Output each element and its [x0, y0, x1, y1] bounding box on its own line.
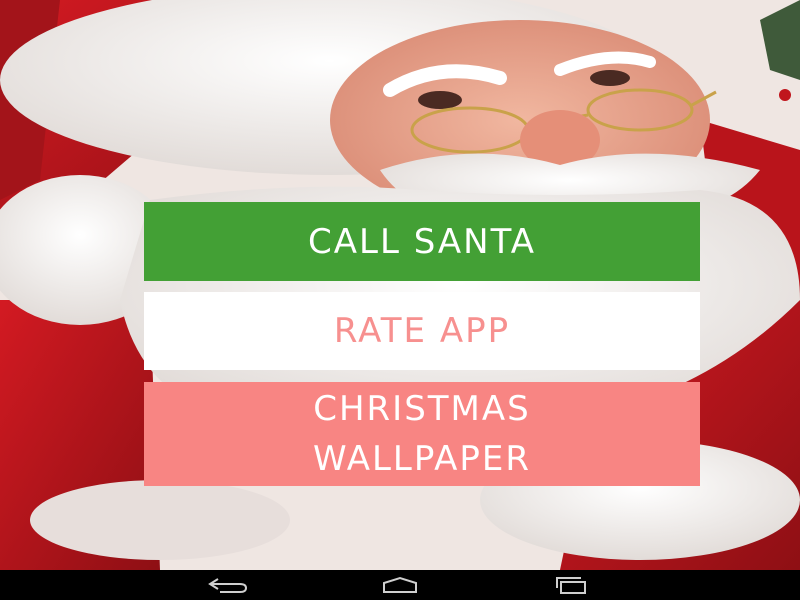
wallpaper-label-line1: CHRISTMAS: [313, 389, 531, 429]
wallpaper-label-line2: WALLPAPER: [312, 439, 532, 479]
recent-apps-icon: [556, 577, 586, 594]
navigation-bar: [0, 570, 800, 600]
rate-app-button[interactable]: RATE APP: [144, 292, 700, 370]
home-button[interactable]: [370, 573, 430, 597]
home-icon: [383, 576, 417, 593]
back-button[interactable]: [198, 573, 258, 597]
call-santa-button[interactable]: CALL SANTA: [144, 202, 700, 281]
christmas-wallpaper-label: CHRISTMAS WALLPAPER: [313, 384, 531, 484]
recent-apps-button[interactable]: [541, 573, 601, 597]
rate-app-label: RATE APP: [333, 311, 511, 351]
christmas-wallpaper-button[interactable]: CHRISTMAS WALLPAPER: [144, 382, 700, 486]
call-santa-label: CALL SANTA: [308, 221, 536, 262]
back-arrow-icon: [208, 578, 248, 593]
